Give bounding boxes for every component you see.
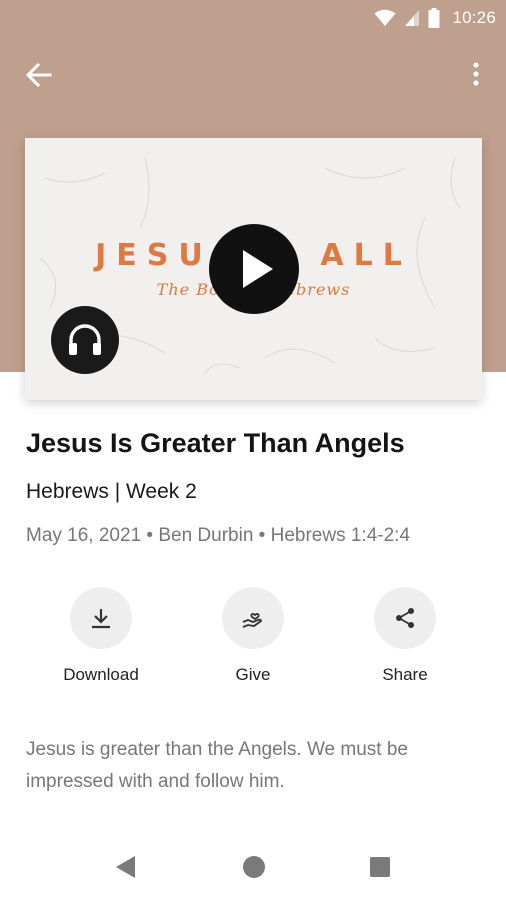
cellular-signal-icon — [405, 10, 420, 26]
nav-home-icon[interactable] — [243, 856, 265, 878]
action-row: Download Give Share — [0, 585, 506, 695]
status-clock: 10:26 — [452, 8, 496, 27]
audio-play-button[interactable] — [51, 306, 119, 374]
download-label: Download — [63, 665, 139, 684]
back-button[interactable] — [24, 60, 54, 90]
more-options-button[interactable] — [464, 60, 488, 90]
play-button[interactable] — [209, 224, 299, 314]
battery-icon — [428, 8, 440, 28]
give-circle — [222, 587, 284, 649]
app-bar — [0, 50, 506, 98]
sermon-meta: May 16, 2021 • Ben Durbin • Hebrews 1:4-… — [26, 525, 411, 546]
sermon-thumbnail[interactable]: JESUS > ALL The Book of Hebrews — [25, 138, 482, 400]
wifi-icon — [374, 9, 396, 26]
sermon-title: Jesus Is Greater Than Angels — [26, 428, 405, 458]
give-button[interactable]: Give — [193, 585, 313, 695]
status-icons: 10:26 — [374, 8, 496, 28]
give-label: Give — [235, 665, 271, 684]
share-circle — [374, 587, 436, 649]
play-icon — [243, 250, 273, 288]
nav-back-button[interactable] — [113, 854, 139, 880]
sermon-description: Jesus is greater than the Angels. We mus… — [26, 739, 408, 792]
share-label: Share — [382, 665, 428, 684]
sermon-series: Hebrews | Week 2 — [26, 480, 197, 503]
share-button[interactable]: Share — [345, 585, 465, 695]
nav-back-icon — [116, 856, 135, 878]
nav-recents-icon[interactable] — [370, 857, 390, 877]
give-heart-hand-icon — [242, 613, 262, 628]
download-circle — [70, 587, 132, 649]
download-button[interactable]: Download — [41, 585, 161, 695]
status-bar: 10:26 — [0, 0, 506, 36]
arrow-back-icon — [25, 62, 52, 88]
system-nav-bar — [0, 842, 506, 900]
more-vert-icon — [473, 62, 479, 86]
headphones-icon — [69, 324, 101, 355]
download-icon — [92, 609, 110, 629]
share-icon — [396, 608, 414, 628]
